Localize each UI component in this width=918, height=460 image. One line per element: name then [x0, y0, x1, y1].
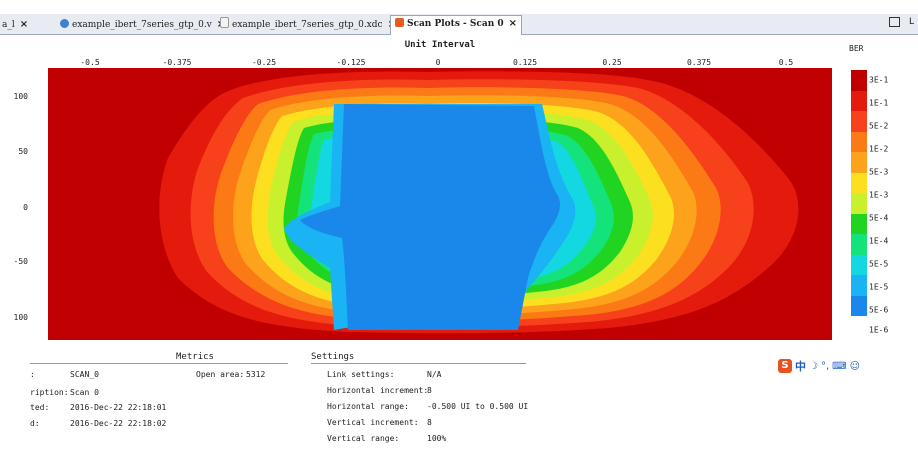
- punctuation-icon[interactable]: °,: [821, 361, 829, 372]
- info-label: d:: [30, 419, 40, 428]
- legend-swatch: [851, 70, 867, 91]
- horizontal-range-value: -0.500 UI to 0.500 UI: [427, 402, 529, 411]
- open-area-value: 5312: [246, 370, 266, 379]
- info-label: ription:: [30, 388, 69, 397]
- legend-label: 5E-2: [869, 121, 889, 131]
- close-icon[interactable]: ×: [20, 19, 28, 30]
- tab-label: Scan Plots - Scan 0: [407, 19, 504, 29]
- x-tick-label: 0: [435, 58, 441, 67]
- legend-swatch: [851, 213, 867, 234]
- tab-a-l[interactable]: a_l ×: [2, 17, 28, 33]
- metrics-divider: [30, 363, 288, 364]
- tab-label: a_l: [2, 20, 15, 30]
- legend-title: BER: [849, 44, 864, 53]
- link-settings-value: N/A: [427, 370, 442, 379]
- tab-label: example_ibert_7series_gtp_0.v: [72, 20, 212, 30]
- x-tick-label: -0.25: [251, 58, 277, 67]
- x-tick-label: -0.375: [162, 58, 192, 67]
- close-icon[interactable]: ×: [509, 18, 517, 29]
- info-label: :: [30, 370, 35, 379]
- legend-swatch: [851, 193, 867, 214]
- legend-label: 1E-3: [869, 190, 889, 200]
- settings-heading: Settings: [311, 352, 355, 362]
- description-value: Scan 0: [70, 388, 99, 397]
- window-edge-label: L: [908, 17, 914, 27]
- settings-label: Vertical range:: [327, 434, 400, 443]
- x-tick-label: 0.25: [602, 58, 622, 67]
- constraints-file-icon: [220, 17, 229, 28]
- vertical-range-value: 100%: [427, 434, 447, 443]
- legend-label: 5E-5: [869, 259, 889, 269]
- vertical-increment-value: 8: [427, 418, 432, 427]
- tab-example-ibert-xdc[interactable]: example_ibert_7series_gtp_0.xdc×: [220, 17, 396, 33]
- legend-label: 1E-5: [869, 282, 889, 292]
- legend-label: 1E-4: [869, 236, 889, 246]
- editor-tab-bar: a_l× example_ibert_7series_gtp_0.v× exam…: [0, 14, 918, 35]
- keyboard-icon[interactable]: ⌨: [832, 361, 846, 372]
- tab-scan-plots[interactable]: Scan Plots - Scan 0 ×: [390, 15, 523, 35]
- tab-label: example_ibert_7series_gtp_0.xdc: [232, 20, 383, 30]
- maximize-icon[interactable]: [889, 17, 900, 27]
- legend-label: 5E-4: [869, 213, 889, 223]
- legend-swatch: [851, 234, 867, 255]
- ime-toolbar[interactable]: S 中 ☽ °, ⌨ ☺: [778, 358, 860, 374]
- x-tick-label: 0.5: [778, 58, 794, 67]
- legend-label: 5E-3: [869, 167, 889, 177]
- legend-swatch: [851, 254, 867, 275]
- settings-divider: [311, 363, 526, 364]
- ber-legend: [851, 70, 867, 316]
- legend-swatch: [851, 172, 867, 193]
- info-label: ted:: [30, 403, 50, 412]
- legend-label: 1E-6: [869, 325, 889, 335]
- x-tick-label: -0.125: [336, 58, 366, 67]
- x-tick-label: 0.125: [512, 58, 538, 67]
- legend-swatch: [851, 90, 867, 111]
- legend-swatch: [851, 275, 867, 296]
- scan-name-value: SCAN_0: [70, 370, 99, 379]
- legend-label: 5E-6: [869, 305, 889, 315]
- legend-swatch: [851, 295, 867, 316]
- legend-swatch: [851, 152, 867, 173]
- legend-label: 1E-1: [869, 98, 889, 108]
- horizontal-increment-value: 8: [427, 386, 432, 395]
- verilog-file-icon: [60, 19, 69, 28]
- x-tick-label: -0.5: [80, 58, 100, 67]
- tab-example-ibert-v[interactable]: example_ibert_7series_gtp_0.v×: [60, 17, 225, 33]
- legend-swatch: [851, 131, 867, 152]
- scan-plot-icon: [395, 18, 404, 27]
- settings-label: Horizontal range:: [327, 402, 409, 411]
- modified-value: 2016-Dec-22 22:18:02: [70, 419, 167, 428]
- chinese-mode-icon[interactable]: 中: [795, 358, 806, 374]
- settings-label: Link settings:: [327, 370, 395, 379]
- legend-label: 3E-1: [869, 75, 889, 85]
- x-tick-label: 0.375: [686, 58, 712, 67]
- moon-icon[interactable]: ☽: [809, 361, 818, 372]
- legend-swatch: [851, 111, 867, 132]
- sogou-logo-icon[interactable]: S: [778, 359, 792, 373]
- metrics-heading: Metrics: [176, 352, 214, 362]
- settings-label: Horizontal increment:: [327, 386, 429, 395]
- open-area-label: Open area:: [196, 370, 245, 379]
- created-value: 2016-Dec-22 22:18:01: [70, 403, 167, 412]
- user-icon[interactable]: ☺: [850, 361, 860, 372]
- eye-scan-heatmap[interactable]: [48, 68, 832, 340]
- settings-label: Vertical increment:: [327, 418, 419, 427]
- x-axis-title: Unit Interval: [404, 40, 476, 50]
- legend-label: 1E-2: [869, 144, 889, 154]
